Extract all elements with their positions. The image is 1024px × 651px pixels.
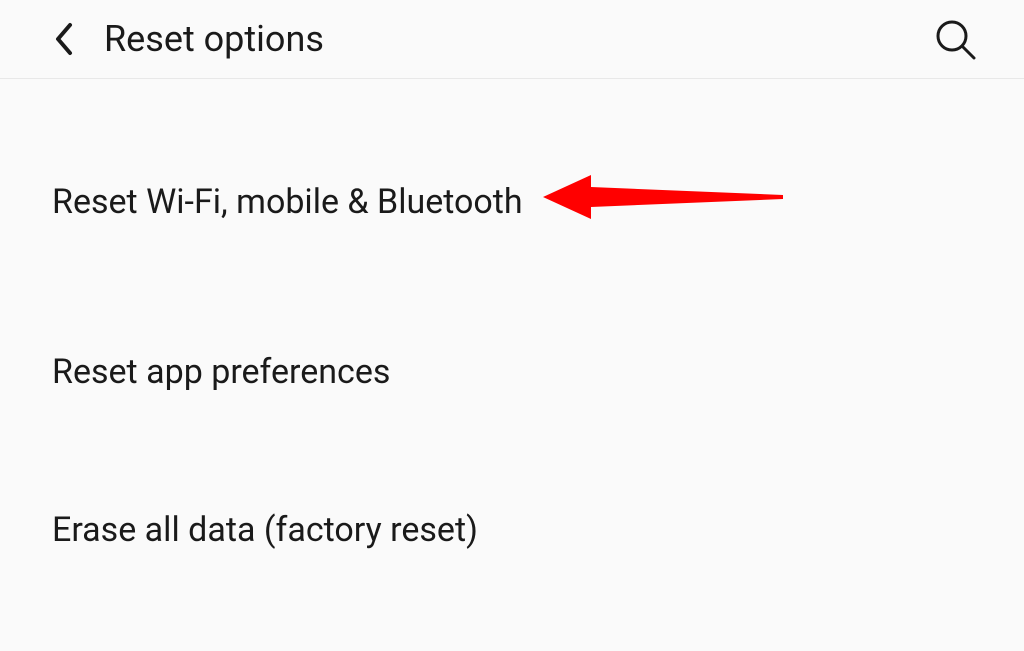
header-left: Reset options [52, 18, 324, 60]
option-label: Erase all data (factory reset) [52, 510, 478, 550]
search-icon[interactable] [934, 18, 976, 60]
page-title: Reset options [104, 18, 324, 60]
option-label: Reset Wi-Fi, mobile & Bluetooth [52, 182, 523, 222]
option-reset-network[interactable]: Reset Wi-Fi, mobile & Bluetooth [52, 169, 1024, 234]
option-label: Reset app preferences [52, 352, 390, 392]
option-reset-app-preferences[interactable]: Reset app preferences [52, 352, 1024, 392]
options-list: Reset Wi-Fi, mobile & Bluetooth Reset ap… [0, 79, 1024, 550]
header: Reset options [0, 0, 1024, 79]
option-erase-all-data[interactable]: Erase all data (factory reset) [52, 510, 1024, 550]
back-icon[interactable] [52, 21, 74, 57]
arrow-annotation-icon [543, 169, 783, 234]
